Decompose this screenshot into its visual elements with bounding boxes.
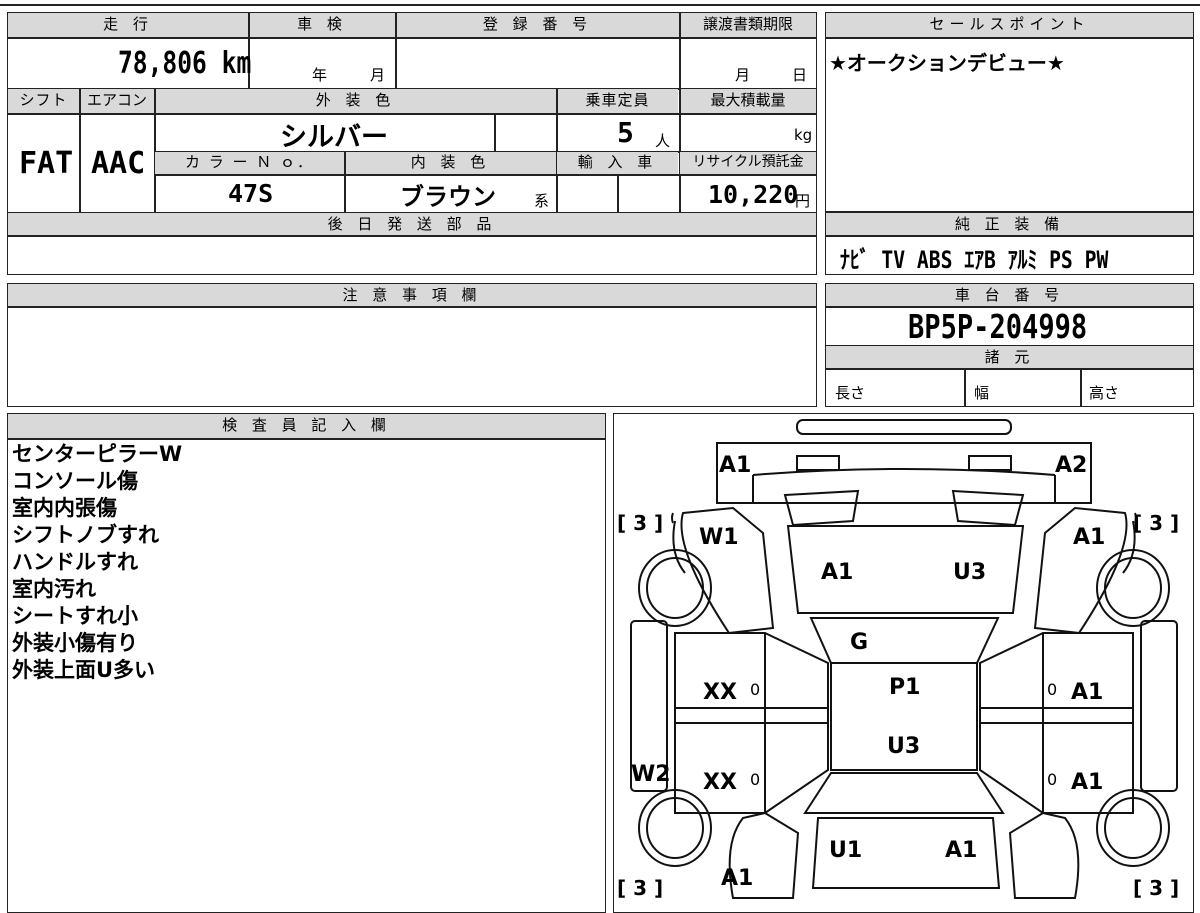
spec-width-label: 幅 xyxy=(974,384,990,402)
aircon-value: AAC xyxy=(91,146,146,181)
shift-value: FAT xyxy=(19,146,74,181)
mileage-header: 走 行 xyxy=(8,13,248,37)
capacity-header: 乗車定員 xyxy=(557,89,678,113)
interior-color-header: 内 装 色 xyxy=(345,152,556,174)
inspector-line: シートすれ小 xyxy=(12,604,138,628)
inspector-line: 外装上面U多い xyxy=(12,658,156,682)
equipment-abs: ABS xyxy=(916,246,953,274)
equipment-header: 純 正 装 備 xyxy=(826,213,1193,235)
inspector-line: 室内汚れ xyxy=(12,577,96,601)
mark-door-rl-zero: 0 xyxy=(750,770,760,789)
inspector-notes: センターピラーW コンソール傷 室内内張傷 シフトノブすれ ハンドルすれ 室内汚… xyxy=(12,441,182,684)
equipment-alloy: ｱﾙﾐ xyxy=(1007,246,1038,274)
inspector-line: コンソール傷 xyxy=(12,469,138,493)
top-strip-line xyxy=(0,4,1200,6)
transfer-month-unit: 月 xyxy=(735,66,751,84)
mileage-value: 78,806 km xyxy=(118,46,252,81)
inspection-header: 車 検 xyxy=(249,13,395,37)
mark-roof-rear: U3 xyxy=(887,734,920,759)
registration-header: 登 録 番 号 xyxy=(396,13,679,37)
inspector-line: 室内内張傷 xyxy=(12,496,117,520)
mark-door-rl: XX xyxy=(703,770,737,795)
max-load-header: 最大積載量 xyxy=(680,89,816,113)
equipment-list: ﾅﾋﾞ TV ABS ｴｱB ｱﾙﾐ PS PW xyxy=(840,240,1167,275)
chassis-number: BP5P-204998 xyxy=(908,307,1088,346)
mark-door-fr-zero: 0 xyxy=(1047,680,1057,699)
mark-windshield: G xyxy=(850,630,868,655)
mark-fender-right: A1 xyxy=(1073,525,1105,550)
mark-front-left: A1 xyxy=(719,453,751,478)
sales-point-box xyxy=(825,12,1194,212)
inspection-month-unit: 月 xyxy=(370,66,386,84)
color-no-header: カ ラ ー Ｎ ｏ． xyxy=(155,152,344,174)
mark-door-fl-zero: 0 xyxy=(750,680,760,699)
capacity-unit: 人 xyxy=(655,132,671,150)
exterior-color-header: 外 装 色 xyxy=(155,89,556,113)
equipment-nav: ﾅﾋﾞ xyxy=(840,246,870,274)
mark-door-fr: A1 xyxy=(1071,680,1103,705)
exterior-color-value: シルバー xyxy=(280,122,388,153)
equipment-ps: PS xyxy=(1049,246,1073,274)
inspector-line: ハンドルすれ xyxy=(12,550,138,574)
recycle-value: 10,220 xyxy=(708,180,799,209)
specs-header: 諸 元 xyxy=(826,346,1193,368)
car-damage-diagram: A1 A2 W1 A1 A1 U3 G P1 U3 XX XX A1 A1 W2… xyxy=(617,419,1179,900)
mark-trunk-right: A1 xyxy=(945,838,977,863)
mark-rear-left: A1 xyxy=(721,866,753,891)
transfer-day-unit: 日 xyxy=(792,66,808,84)
recycle-header: リサイクル預託金 xyxy=(680,152,816,174)
sales-point-header: セールスポイント xyxy=(826,13,1193,37)
interior-color-value: ブラウン xyxy=(400,183,496,211)
shipping-parts-header: 後 日 発 送 部 品 xyxy=(8,213,816,235)
tire-mark-front-right: [ 3 ] xyxy=(1133,511,1179,535)
inspection-year-unit: 年 xyxy=(312,66,328,84)
spec-length-label: 長さ xyxy=(835,384,866,402)
tire-mark-rear-left: [ 3 ] xyxy=(617,876,663,900)
mark-fender-left: W1 xyxy=(699,525,739,550)
equipment-tv: TV xyxy=(881,246,906,274)
equipment-airbag: ｴｱB xyxy=(964,246,996,274)
shift-header: シフト xyxy=(8,89,79,113)
max-load-unit: kg xyxy=(794,126,813,144)
sales-point-text: ★オークションデビュー★ xyxy=(829,51,1065,75)
spec-height-label: 高さ xyxy=(1089,384,1120,402)
inspector-line: 外装小傷有り xyxy=(12,631,138,655)
recycle-unit: 円 xyxy=(795,192,811,210)
inspector-line: シフトノブすれ xyxy=(12,523,159,547)
mark-door-rr: A1 xyxy=(1071,770,1103,795)
mark-door-fl: XX xyxy=(703,680,737,705)
notes-header: 注 意 事 項 欄 xyxy=(8,284,816,306)
import-header: 輸 入 車 xyxy=(557,152,678,174)
mark-front-right: A2 xyxy=(1055,453,1087,478)
mark-hood-left: A1 xyxy=(821,560,853,585)
capacity-value: 5 xyxy=(617,116,634,149)
chassis-header: 車 台 番 号 xyxy=(826,284,1193,306)
mark-trunk-left: U1 xyxy=(829,838,862,863)
equipment-pw: PW xyxy=(1084,246,1109,274)
aircon-header: エアコン xyxy=(80,89,154,113)
tire-mark-front-left: [ 3 ] xyxy=(617,511,663,535)
color-no-value: 47S xyxy=(228,179,274,208)
tire-mark-rear-right: [ 3 ] xyxy=(1133,876,1179,900)
inspector-line: センターピラーW xyxy=(12,442,183,466)
inspector-header: 検 査 員 記 入 欄 xyxy=(8,414,605,438)
mark-roof-front: P1 xyxy=(889,675,920,700)
mark-door-rr-zero: 0 xyxy=(1047,770,1057,789)
interior-color-suffix: 系 xyxy=(534,192,550,210)
transfer-deadline-header: 譲渡書類期限 xyxy=(680,13,816,37)
mark-sill-left: W2 xyxy=(631,762,671,787)
mark-hood-right: U3 xyxy=(953,560,986,585)
